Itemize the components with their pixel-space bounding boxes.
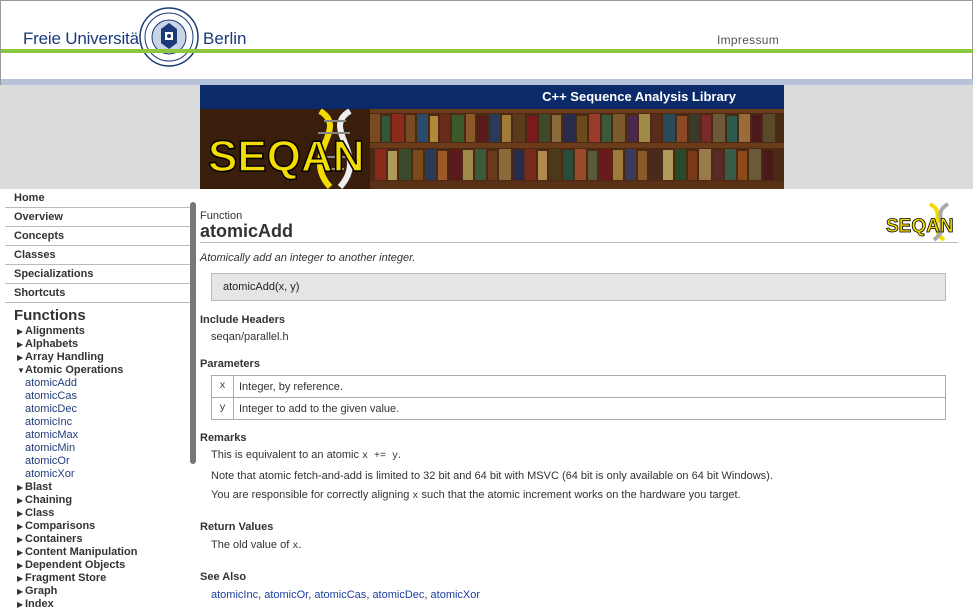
code-snippet: x += y (362, 451, 399, 462)
seqan-banner-image: SEQAN (200, 109, 784, 189)
header-green-line (1, 49, 973, 53)
sidebar-scrollbar[interactable] (190, 202, 196, 464)
collapsed-triangle-icon: ▶ (17, 496, 24, 505)
nav-category-content-manipulation[interactable]: ▶ Content Manipulation (5, 546, 195, 559)
university-name-left: Freie Universität (23, 29, 144, 48)
nav-category-array-handling[interactable]: ▶ Array Handling (5, 351, 195, 364)
nav-category-containers[interactable]: ▶ Containers (5, 533, 195, 546)
see-also-link-atomicor[interactable]: atomicOr (264, 589, 308, 601)
seqan-banner: C++ Sequence Analysis Library SEQAN (200, 85, 784, 189)
collapsed-triangle-icon: ▶ (17, 327, 24, 336)
sidebar-nav: Home Overview Concepts Classes Specializ… (5, 189, 195, 613)
return-values-heading: Return Values (200, 521, 274, 533)
impressum-link[interactable]: Impressum (717, 33, 779, 47)
collapsed-triangle-icon: ▶ (17, 509, 24, 518)
svg-text:SEQAN: SEQAN (886, 216, 954, 237)
see-also-link-atomicinc[interactable]: atomicInc (211, 589, 258, 601)
collapsed-triangle-icon: ▶ (17, 483, 24, 492)
nav-functions-heading[interactable]: Functions (5, 303, 195, 325)
remarks-heading: Remarks (200, 432, 247, 444)
include-file: seqan/parallel.h (211, 331, 289, 343)
title-divider (200, 242, 958, 243)
collapsed-triangle-icon: ▶ (17, 522, 24, 531)
return-value-text: The old value of x. (211, 539, 302, 552)
nav-shortcuts[interactable]: Shortcuts (5, 284, 195, 303)
collapsed-triangle-icon: ▶ (17, 600, 24, 609)
nav-category-dependent-objects[interactable]: ▶ Dependent Objects (5, 559, 195, 572)
nav-classes[interactable]: Classes (5, 246, 195, 265)
nav-category-blast[interactable]: ▶ Blast (5, 481, 195, 494)
collapsed-triangle-icon: ▶ (17, 535, 24, 544)
nav-category-alphabets[interactable]: ▶ Alphabets (5, 338, 195, 351)
code-snippet: x (412, 491, 419, 502)
banner-title: C++ Sequence Analysis Library (200, 85, 784, 109)
nav-sub-atomicinc[interactable]: atomicInc (5, 416, 195, 429)
see-also-link-atomicdec[interactable]: atomicDec (372, 589, 424, 601)
collapsed-triangle-icon: ▶ (17, 561, 24, 570)
svg-text:SEQAN: SEQAN (208, 132, 364, 181)
function-summary: Atomically add an integer to another int… (200, 252, 416, 264)
seqan-logo-icon: SEQAN (886, 202, 954, 242)
university-header: Freie Universität Berlin Impressum (0, 0, 973, 86)
include-headers-heading: Include Headers (200, 314, 285, 326)
nav-category-graph[interactable]: ▶ Graph (5, 585, 195, 598)
table-row: x Integer, by reference. (211, 375, 946, 398)
university-name-right: Berlin (203, 29, 247, 48)
parameters-heading: Parameters (200, 358, 260, 370)
nav-category-alignments[interactable]: ▶ Alignments (5, 325, 195, 338)
main-content: Function atomicAdd SEQAN Atomically add … (200, 189, 973, 613)
nav-concepts[interactable]: Concepts (5, 227, 195, 246)
nav-sub-atomicadd[interactable]: atomicAdd (5, 377, 195, 390)
param-desc: Integer to add to the given value. (233, 397, 946, 420)
nav-category-index[interactable]: ▶ Index (5, 598, 195, 611)
nav-category-atomic-operations[interactable]: ▼Atomic Operations (5, 364, 195, 377)
parameters-table: x Integer, by reference. y Integer to ad… (211, 375, 946, 420)
nav-sub-atomicdec[interactable]: atomicDec (5, 403, 195, 416)
nav-category-class[interactable]: ▶ Class (5, 507, 195, 520)
nav-specializations[interactable]: Specializations (5, 265, 195, 284)
collapsed-triangle-icon: ▶ (17, 353, 24, 362)
param-desc: Integer, by reference. (233, 375, 946, 398)
param-name: y (211, 397, 234, 420)
remark-msvc: Note that atomic fetch-and-add is limite… (211, 470, 773, 482)
nav-category-fragment-store[interactable]: ▶ Fragment Store (5, 572, 195, 585)
see-also-links: atomicInc, atomicOr, atomicCas, atomicDe… (211, 589, 481, 601)
university-seal-icon[interactable] (139, 7, 199, 67)
nav-sub-atomiccas[interactable]: atomicCas (5, 390, 195, 403)
remark-equivalent: This is equivalent to an atomic x += y. (211, 449, 402, 462)
see-also-link-atomiccas[interactable]: atomicCas (314, 589, 366, 601)
collapsed-triangle-icon: ▶ (17, 340, 24, 349)
nav-sub-atomicor[interactable]: atomicOr (5, 455, 195, 468)
nav-category-chaining[interactable]: ▶ Chaining (5, 494, 195, 507)
nav-home[interactable]: Home (5, 189, 195, 208)
nav-sub-atomicmin[interactable]: atomicMin (5, 442, 195, 455)
nav-sub-atomicmax[interactable]: atomicMax (5, 429, 195, 442)
nav-overview[interactable]: Overview (5, 208, 195, 227)
remark-alignment: You are responsible for correctly aligni… (211, 489, 741, 502)
collapsed-triangle-icon: ▶ (17, 548, 24, 557)
expanded-triangle-icon: ▼ (17, 366, 25, 375)
nav-sub-atomicxor[interactable]: atomicXor (5, 468, 195, 481)
nav-category-comparisons[interactable]: ▶ Comparisons (5, 520, 195, 533)
collapsed-triangle-icon: ▶ (17, 574, 24, 583)
collapsed-triangle-icon: ▶ (17, 587, 24, 596)
see-also-link-atomicxor[interactable]: atomicXor (431, 589, 481, 601)
table-row: y Integer to add to the given value. (211, 397, 946, 420)
function-signature: atomicAdd(x, y) (211, 273, 946, 301)
page-title: atomicAdd (200, 221, 294, 241)
param-name: x (211, 375, 234, 398)
see-also-heading: See Also (200, 571, 247, 583)
